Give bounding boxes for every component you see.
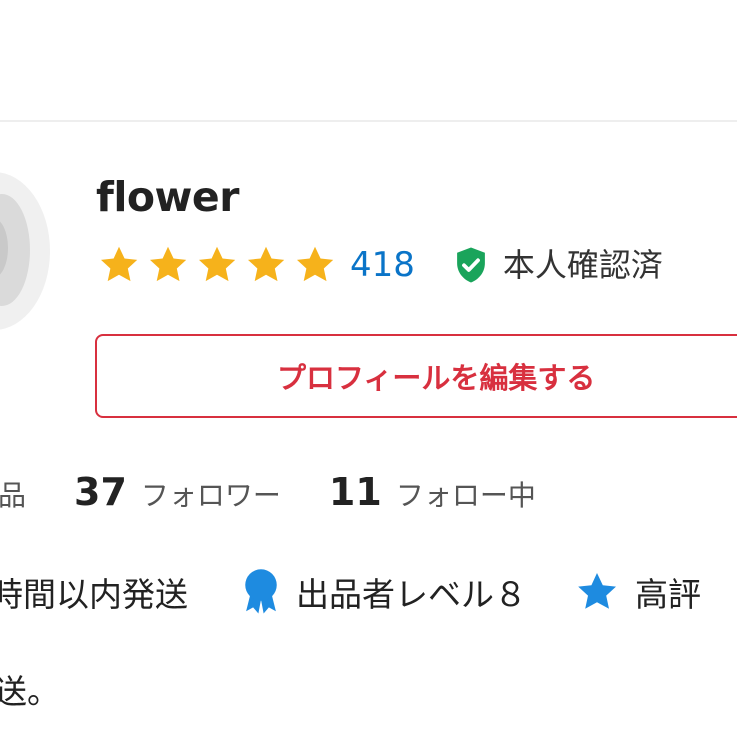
seller-level-label: 出品者レベル８ [296, 575, 527, 614]
stats-row: 出品 37 フォロワー 11 フォロー中 [0, 470, 536, 518]
star-icon [247, 246, 285, 282]
profile-description: 送。 [0, 672, 60, 711]
following-count[interactable]: 11 [329, 470, 382, 514]
high-rating-label: 高評 [635, 575, 701, 614]
badges-row: 時間以内発送 出品者レベル８ 高評 [0, 565, 701, 619]
star-icon [578, 573, 616, 609]
star-icon [198, 246, 236, 282]
shipping-badge-label: 時間以内発送 [0, 575, 188, 614]
rating-count[interactable]: 418 [350, 242, 415, 288]
top-divider [0, 120, 737, 122]
star-icon [100, 246, 138, 282]
edit-profile-button[interactable]: プロフィールを編集する [95, 334, 737, 418]
following-label[interactable]: フォロー中 [396, 474, 536, 514]
profile-page: flower 418 本人確認済 プロフィールを編集する 出品 37 フォロワー… [0, 0, 737, 737]
items-label: 出品 [0, 479, 27, 512]
star-icon [149, 246, 187, 282]
verified-label: 本人確認済 [502, 246, 663, 284]
medal-icon [245, 569, 277, 614]
shield-check-icon [457, 247, 485, 283]
username: flower [96, 173, 239, 221]
star-icon [296, 246, 334, 282]
avatar[interactable] [0, 172, 50, 330]
rating-stars [96, 242, 338, 288]
rating-row[interactable]: 418 本人確認済 [96, 240, 663, 290]
followers-count[interactable]: 37 [74, 470, 127, 514]
followers-label[interactable]: フォロワー [141, 474, 281, 514]
